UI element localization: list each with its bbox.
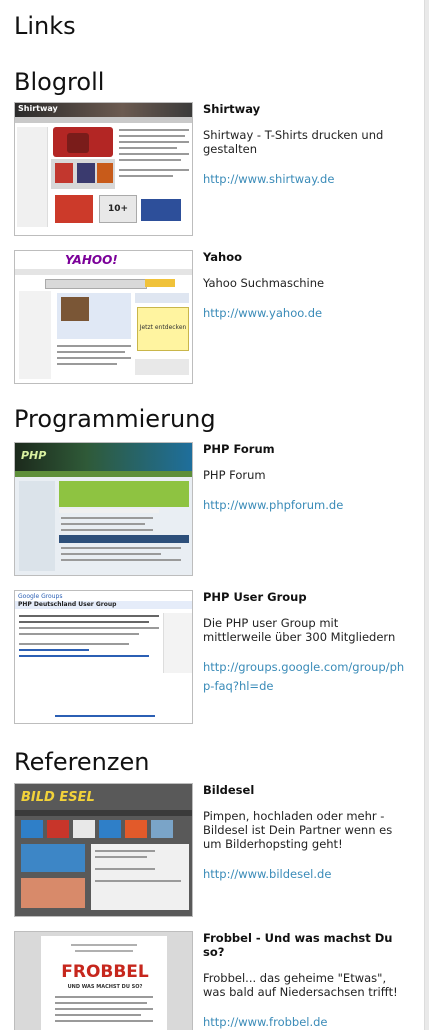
category-title-referenzen: Referenzen <box>14 748 150 776</box>
link-url-frobbel[interactable]: http://www.frobbel.de <box>203 1015 328 1029</box>
bildesel-logo-text: BILD ESEL <box>21 790 95 805</box>
link-description-bildesel: Pimpen, hochladen oder mehr - Bildesel i… <box>203 809 393 851</box>
shirtway-logo-text: Shirtway <box>18 104 58 113</box>
link-description-phpforum: PHP Forum <box>203 468 266 482</box>
phpusergroup-heading: PHP Deutschland User Group <box>18 601 117 608</box>
link-url-yahoo[interactable]: http://www.yahoo.de <box>203 306 322 320</box>
link-url-shirtway[interactable]: http://www.shirtway.de <box>203 172 334 186</box>
page-right-border <box>424 0 429 1030</box>
link-url-phpusergroup[interactable]: http://groups.google.com/group/php-faq?h… <box>203 660 404 693</box>
frobbel-tagline: UND WAS MACHST DU SO? <box>67 984 143 990</box>
link-title-bildesel[interactable]: Bildesel <box>203 783 409 797</box>
link-title-phpforum[interactable]: PHP Forum <box>203 442 409 456</box>
phpforum-logo-text: PHP <box>21 449 47 462</box>
link-title-phpusergroup[interactable]: PHP User Group <box>203 590 409 604</box>
link-entry-shirtway: Shirtway 10+ Shirtway Shirtway - T-Shirt… <box>14 102 410 238</box>
thumbnail-phpforum[interactable]: PHP <box>14 442 193 576</box>
link-description-shirtway: Shirtway - T-Shirts drucken und gestalte… <box>203 128 384 156</box>
link-title-shirtway[interactable]: Shirtway <box>203 102 409 116</box>
link-entry-yahoo: YAHOO! Jetzt entdecken Yahoo Yahoo Suchm… <box>14 250 410 386</box>
yahoo-logo-text: YAHOO! <box>65 253 118 267</box>
thumbnail-frobbel[interactable]: FROBBEL UND WAS MACHST DU SO? <box>14 931 193 1030</box>
yahoo-ad-box: Jetzt entdecken <box>137 307 189 351</box>
link-url-bildesel[interactable]: http://www.bildesel.de <box>203 867 331 881</box>
link-entry-frobbel: FROBBEL UND WAS MACHST DU SO? Frobbel - … <box>14 931 410 1030</box>
thumbnail-bildesel[interactable]: BILD ESEL <box>14 783 193 917</box>
thumbnail-shirtway[interactable]: Shirtway 10+ <box>14 102 193 236</box>
link-description-frobbel: Frobbel... das geheime "Etwas", was bald… <box>203 971 398 999</box>
link-description-yahoo: Yahoo Suchmaschine <box>203 276 325 290</box>
page-title: Links <box>14 12 76 40</box>
link-url-phpforum[interactable]: http://www.phpforum.de <box>203 498 343 512</box>
category-title-programmierung: Programmierung <box>14 405 216 433</box>
link-entry-phpusergroup: Google Groups PHP Deutschland User Group… <box>14 590 410 726</box>
shirtway-badge: 10+ <box>99 195 137 223</box>
frobbel-logo-text: FROBBEL <box>61 962 149 982</box>
link-title-frobbel[interactable]: Frobbel - Und was machst Du so? <box>203 931 409 959</box>
link-entry-bildesel: BILD ESEL Bildesel Pimpen, hochladen ode… <box>14 783 410 919</box>
link-entry-phpforum: PHP PHP Forum PHP Forum http://www.phpfo… <box>14 442 410 578</box>
link-title-yahoo[interactable]: Yahoo <box>203 250 409 264</box>
thumbnail-yahoo[interactable]: YAHOO! Jetzt entdecken <box>14 250 193 384</box>
google-groups-logo: Google Groups <box>18 593 63 600</box>
category-title-blogroll: Blogroll <box>14 68 105 96</box>
link-description-phpusergroup: Die PHP user Group mit mittlerweile über… <box>203 616 396 644</box>
thumbnail-phpusergroup[interactable]: Google Groups PHP Deutschland User Group <box>14 590 193 724</box>
